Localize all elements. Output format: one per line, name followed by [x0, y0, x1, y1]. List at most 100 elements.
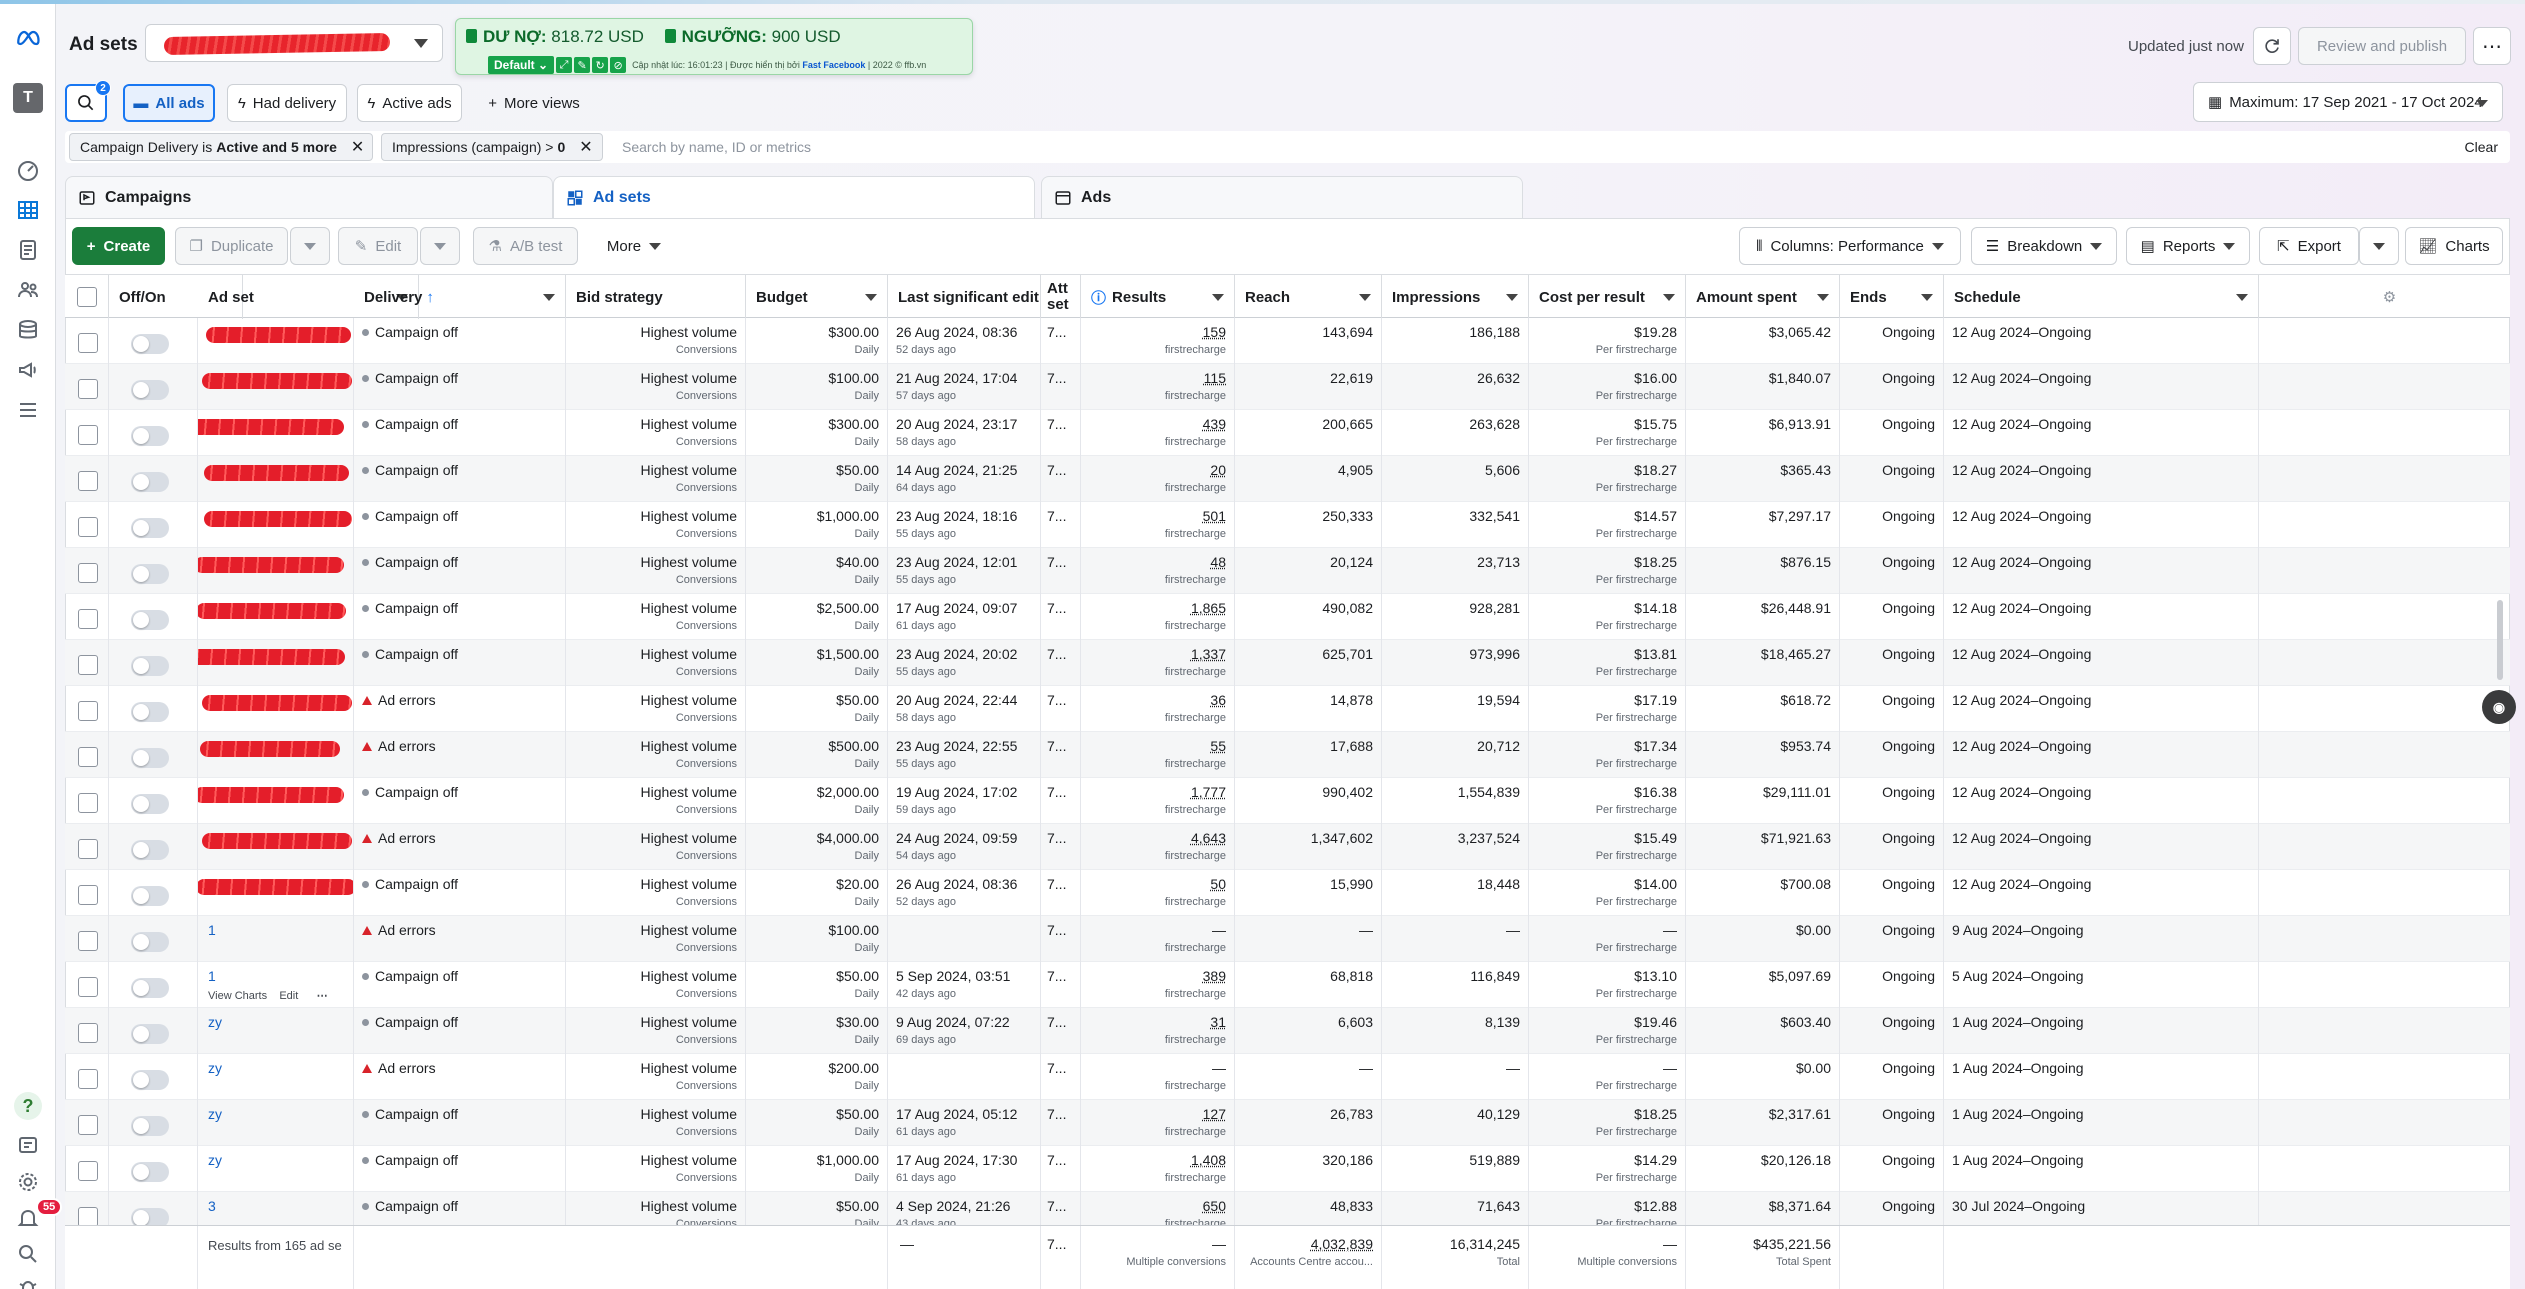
bug-report-icon[interactable]: [12, 1270, 44, 1289]
row-toggle[interactable]: [131, 932, 169, 952]
header-impressions[interactable]: Impressions: [1382, 275, 1529, 319]
row-toggle[interactable]: [131, 1070, 169, 1090]
table-row[interactable]: zy Ad errors Highest volume Conversions $200…: [65, 1054, 2510, 1100]
row-toggle[interactable]: [131, 472, 169, 492]
columns-button[interactable]: ⫴ Columns: Performance: [1739, 227, 1961, 265]
date-range-picker[interactable]: ▦ Maximum: 17 Sep 2021 - 17 Oct 2024: [2193, 82, 2503, 122]
profile-select[interactable]: Default ⌄: [488, 56, 555, 74]
row-toggle[interactable]: [131, 334, 169, 354]
ad-set-name-link[interactable]: zy: [208, 1060, 222, 1076]
table-row[interactable]: Ad errors Highest volume Conversions $500.0…: [65, 732, 2510, 778]
meta-logo-icon[interactable]: [12, 22, 44, 54]
ad-set-name-link[interactable]: 1: [208, 922, 216, 938]
row-checkbox[interactable]: [78, 1023, 98, 1043]
row-toggle[interactable]: [131, 1162, 169, 1182]
row-checkbox[interactable]: [78, 701, 98, 721]
campaign-megaphone-icon[interactable]: [12, 354, 44, 386]
header-add-column[interactable]: ⚙: [2259, 275, 2510, 319]
row-toggle[interactable]: [131, 518, 169, 538]
clear-filters-button[interactable]: Clear: [2465, 139, 2498, 155]
row-checkbox[interactable]: [78, 655, 98, 675]
table-row[interactable]: zy Campaign off Highest volume Conversions $…: [65, 1146, 2510, 1192]
more-options-button[interactable]: ⋯: [2473, 27, 2511, 65]
results-value[interactable]: 4,643: [1191, 830, 1226, 846]
results-value[interactable]: 159: [1203, 324, 1226, 340]
floating-extension-icon[interactable]: ◉: [2482, 690, 2516, 724]
ad-set-name-link[interactable]: zy: [208, 1014, 222, 1030]
refresh-button[interactable]: [2253, 27, 2291, 65]
row-toggle[interactable]: [131, 656, 169, 676]
tab-ad-sets[interactable]: Ad sets: [553, 176, 1035, 218]
row-toggle[interactable]: [131, 1024, 169, 1044]
table-row[interactable]: Ad errors Highest volume Conversions $4,000…: [65, 824, 2510, 870]
table-row[interactable]: Ad errors Highest volume Conversions $50.00…: [65, 686, 2510, 732]
tab-ads[interactable]: Ads: [1041, 176, 1523, 218]
results-value[interactable]: 650: [1203, 1198, 1226, 1214]
search-filter-button[interactable]: 2: [65, 80, 111, 122]
table-row[interactable]: 1 View Charts Edit ⋯ Campaign off Highest v…: [65, 962, 2510, 1008]
dashboard-gauge-icon[interactable]: [12, 154, 44, 186]
row-checkbox[interactable]: [78, 977, 98, 997]
search-icon[interactable]: [12, 1238, 44, 1270]
edit-button[interactable]: ✎ Edit: [338, 227, 418, 265]
ad-set-name-link[interactable]: zy: [208, 1106, 222, 1122]
row-checkbox[interactable]: [78, 379, 98, 399]
row-checkbox[interactable]: [78, 333, 98, 353]
results-value[interactable]: 20: [1210, 462, 1226, 478]
table-row[interactable]: Campaign off Highest volume Conversions $50…: [65, 456, 2510, 502]
settings-gear-icon[interactable]: [12, 1166, 44, 1198]
row-checkbox[interactable]: [78, 1115, 98, 1135]
results-value[interactable]: 439: [1203, 416, 1226, 432]
filter-chip-impressions[interactable]: Impressions (campaign) >0 ✕: [381, 133, 603, 161]
header-delivery[interactable]: Delivery ↑: [354, 275, 566, 319]
table-row[interactable]: Campaign off Highest volume Conversions $1,…: [65, 640, 2510, 686]
edit-icon[interactable]: ✎: [574, 57, 591, 73]
row-checkbox[interactable]: [78, 563, 98, 583]
table-row[interactable]: 1 Ad errors Highest volume Conversions $100.…: [65, 916, 2510, 962]
refresh-icon[interactable]: ↻: [592, 57, 609, 73]
table-row[interactable]: Campaign off Highest volume Conversions $10…: [65, 364, 2510, 410]
table-row[interactable]: Campaign off Highest volume Conversions $30…: [65, 410, 2510, 456]
table-row[interactable]: Campaign off Highest volume Conversions $2,…: [65, 594, 2510, 640]
reports-button[interactable]: ▤ Reports: [2126, 227, 2250, 265]
duplicate-button[interactable]: ❐ Duplicate: [175, 227, 288, 265]
table-row[interactable]: Campaign off Highest volume Conversions $30…: [65, 318, 2510, 364]
row-checkbox[interactable]: [78, 425, 98, 445]
row-toggle[interactable]: [131, 748, 169, 768]
table-row[interactable]: Campaign off Highest volume Conversions $40…: [65, 548, 2510, 594]
charts-button[interactable]: 📈︎ Charts: [2405, 227, 2503, 265]
row-toggle[interactable]: [131, 978, 169, 998]
header-cost-per-result[interactable]: Cost per result: [1529, 275, 1686, 319]
row-toggle[interactable]: [131, 886, 169, 906]
more-actions-button[interactable]: More: [593, 227, 675, 265]
header-select-all[interactable]: [65, 275, 109, 319]
vertical-scrollbar[interactable]: [2497, 600, 2503, 680]
row-toggle[interactable]: [131, 794, 169, 814]
results-value[interactable]: 55: [1210, 738, 1226, 754]
duplicate-dropdown[interactable]: [290, 227, 330, 265]
expand-icon[interactable]: ⤢: [556, 57, 573, 73]
export-dropdown[interactable]: [2359, 227, 2399, 265]
row-checkbox[interactable]: [78, 747, 98, 767]
header-ends[interactable]: Ends: [1840, 275, 1944, 319]
account-avatar[interactable]: T: [12, 82, 44, 114]
results-value[interactable]: 1,777: [1191, 784, 1226, 800]
row-toggle[interactable]: [131, 702, 169, 722]
results-value[interactable]: 115: [1204, 370, 1226, 386]
row-checkbox[interactable]: [78, 793, 98, 813]
table-row[interactable]: Campaign off Highest volume Conversions $1,…: [65, 502, 2510, 548]
header-amount-spent[interactable]: Amount spent: [1686, 275, 1840, 319]
view-charts-link[interactable]: View Charts: [208, 990, 267, 1002]
audiences-people-icon[interactable]: [12, 274, 44, 306]
view-active-ads[interactable]: ϟ Active ads: [357, 84, 462, 122]
results-value[interactable]: 31: [1210, 1014, 1226, 1030]
select-all-checkbox[interactable]: [77, 287, 97, 307]
row-toggle[interactable]: [131, 564, 169, 584]
edit-dropdown[interactable]: [420, 227, 460, 265]
ads-manager-table-icon[interactable]: [12, 194, 44, 226]
header-results[interactable]: ⓘ Results: [1081, 275, 1235, 319]
row-checkbox[interactable]: [78, 1207, 98, 1227]
reports-document-icon[interactable]: [12, 234, 44, 266]
hide-icon[interactable]: ⊘: [610, 57, 627, 73]
results-value[interactable]: 1,337: [1191, 646, 1226, 662]
